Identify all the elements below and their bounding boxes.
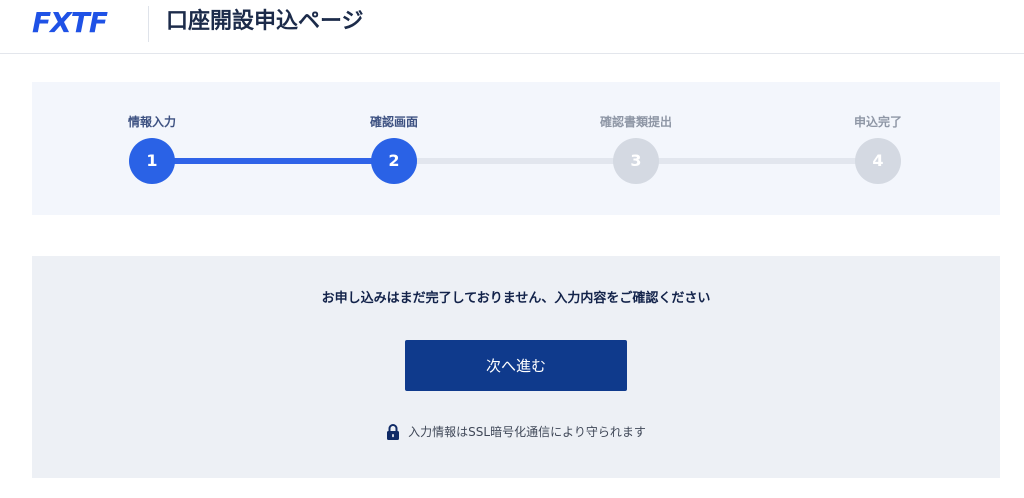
step-complete: 申込完了 4 [818, 82, 938, 215]
ssl-notice: 入力情報はSSL暗号化通信により守られます [32, 423, 1000, 441]
logo-text: FXTF [32, 6, 108, 39]
header-divider [148, 6, 149, 42]
step-info-input: 情報入力 1 [92, 82, 212, 215]
step-label: 情報入力 [127, 115, 176, 129]
page-title: 口座開設申込ページ [166, 9, 364, 34]
step-label: 確認書類提出 [599, 115, 672, 129]
step-confirmation: 確認画面 2 [334, 82, 454, 215]
step-number-circle: 4 [855, 138, 901, 184]
next-button[interactable]: 次へ進む [405, 340, 627, 391]
confirmation-panel: お申し込みはまだ完了しておりません、入力内容をご確認ください 次へ進む 入力情報… [32, 256, 1000, 478]
step-number-circle: 1 [129, 138, 175, 184]
header: FXTF 口座開設申込ページ [0, 0, 1024, 54]
step-document-submission: 確認書類提出 3 [576, 82, 696, 215]
ssl-notice-text: 入力情報はSSL暗号化通信により守られます [408, 425, 646, 439]
lock-icon [387, 424, 400, 440]
step-number-circle: 3 [613, 138, 659, 184]
progress-steps: 情報入力 1 確認画面 2 確認書類提出 3 申込完了 4 [32, 82, 1000, 215]
step-label: 申込完了 [853, 115, 902, 129]
fxtf-logo[interactable]: FXTF [32, 8, 136, 38]
not-complete-notice: お申し込みはまだ完了しておりません、入力内容をご確認ください [321, 291, 711, 306]
step-label: 確認画面 [369, 115, 418, 129]
step-number-circle: 2 [371, 138, 417, 184]
